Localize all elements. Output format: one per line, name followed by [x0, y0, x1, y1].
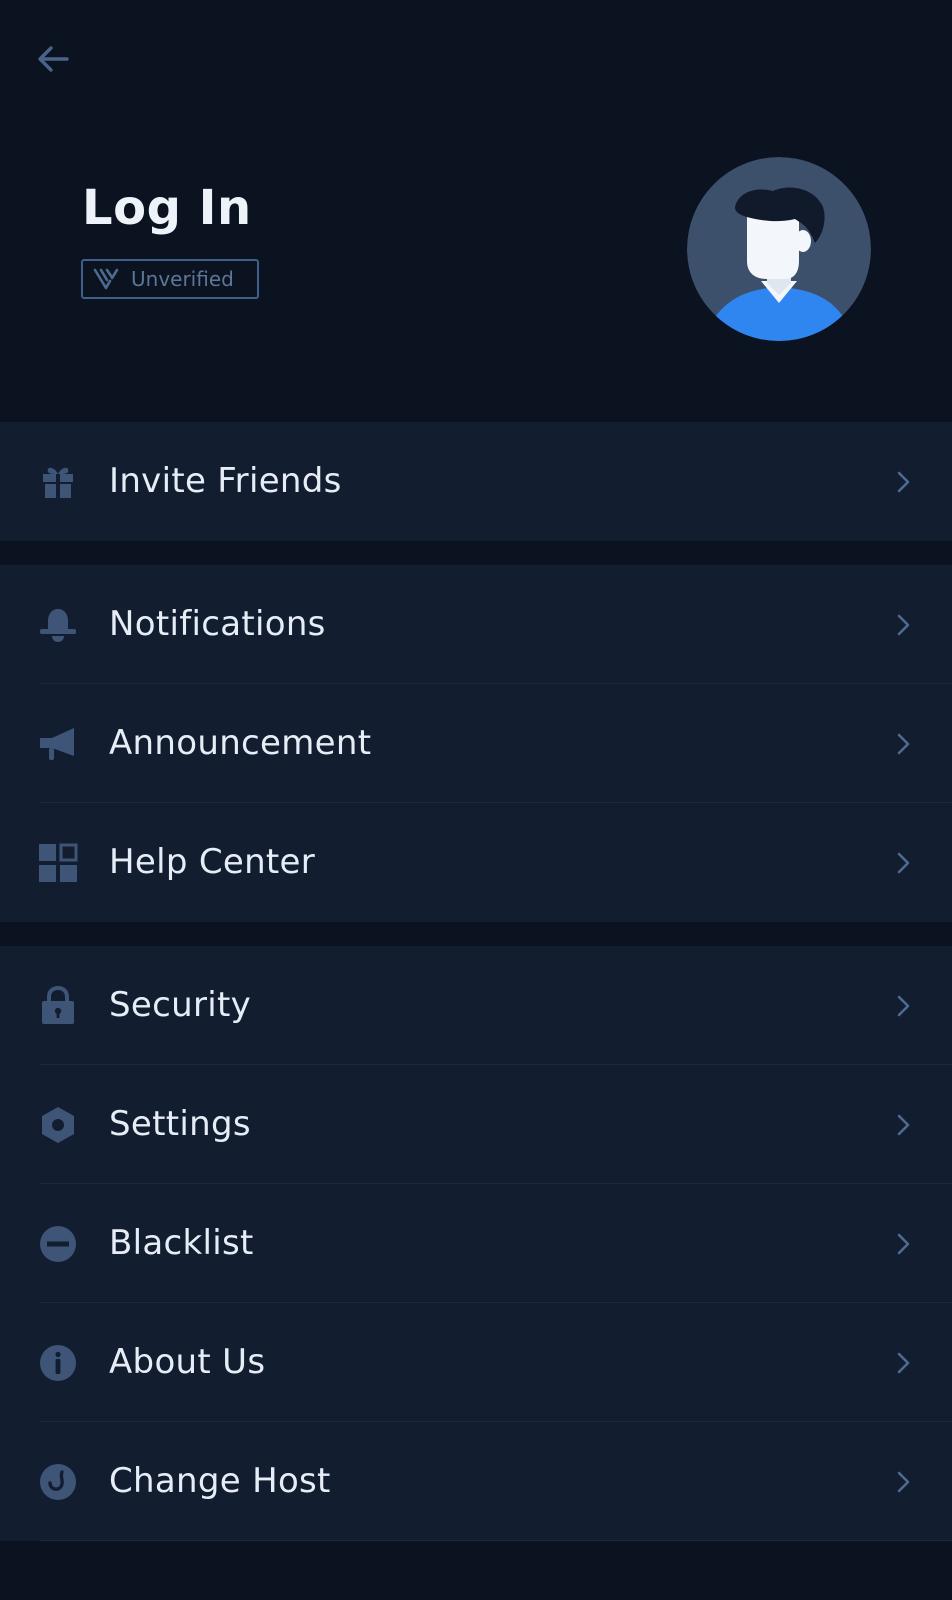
chevron-right-icon	[892, 849, 916, 877]
chevron-right-icon	[892, 1468, 916, 1496]
menu-item-blacklist[interactable]: Blacklist	[0, 1184, 952, 1303]
user-avatar-icon	[687, 157, 871, 341]
verification-badge: Unverified	[81, 259, 259, 299]
menu-item-label: About Us	[109, 1342, 266, 1382]
chevron-right-icon	[892, 1230, 916, 1258]
lock-icon	[38, 986, 78, 1026]
grid-icon	[38, 843, 78, 883]
menu-item-announcement[interactable]: Announcement	[0, 684, 952, 803]
menu-item-label: Notifications	[109, 604, 326, 644]
menu-item-about-us[interactable]: About Us	[0, 1303, 952, 1422]
chevron-right-icon	[892, 1349, 916, 1377]
menu-item-label: Help Center	[109, 842, 316, 882]
avatar[interactable]	[687, 157, 871, 341]
menu-item-label: Announcement	[109, 723, 372, 763]
verified-v-icon	[93, 268, 119, 290]
chevron-right-icon	[892, 1111, 916, 1139]
menu-item-security[interactable]: Security	[0, 946, 952, 1065]
row-divider	[40, 1540, 952, 1541]
arrow-left-icon	[38, 46, 69, 72]
megaphone-icon	[38, 724, 78, 764]
menu-group-account: Security Settings Blacklist About Us Cha…	[0, 946, 952, 1541]
menu-item-settings[interactable]: Settings	[0, 1065, 952, 1184]
hexagon-gear-icon	[38, 1105, 78, 1145]
chevron-right-icon	[892, 730, 916, 758]
menu-item-label: Change Host	[109, 1461, 331, 1501]
minus-circle-icon	[38, 1224, 78, 1264]
host-icon	[38, 1462, 78, 1502]
menu-item-label: Security	[109, 985, 252, 1025]
menu-item-label: Blacklist	[109, 1223, 254, 1263]
chevron-right-icon	[892, 468, 916, 496]
info-icon	[38, 1343, 78, 1383]
back-button[interactable]	[30, 36, 76, 82]
bell-icon	[38, 605, 78, 645]
menu-item-help-center[interactable]: Help Center	[0, 803, 952, 922]
gift-icon	[38, 462, 78, 502]
menu-group-invite: Invite Friends	[0, 422, 952, 541]
menu-group-info: Notifications Announcement Help Center	[0, 565, 952, 922]
menu-item-label: Settings	[109, 1104, 251, 1144]
menu-item-invite-friends[interactable]: Invite Friends	[0, 422, 952, 541]
chevron-right-icon	[892, 992, 916, 1020]
badge-label: Unverified	[131, 267, 234, 291]
menu-item-notifications[interactable]: Notifications	[0, 565, 952, 684]
menu-item-label: Invite Friends	[109, 461, 342, 501]
menu-item-change-host[interactable]: Change Host	[0, 1422, 952, 1541]
chevron-right-icon	[892, 611, 916, 639]
login-title[interactable]: Log In	[82, 180, 252, 236]
profile-header: Log In Unverified	[0, 0, 952, 422]
